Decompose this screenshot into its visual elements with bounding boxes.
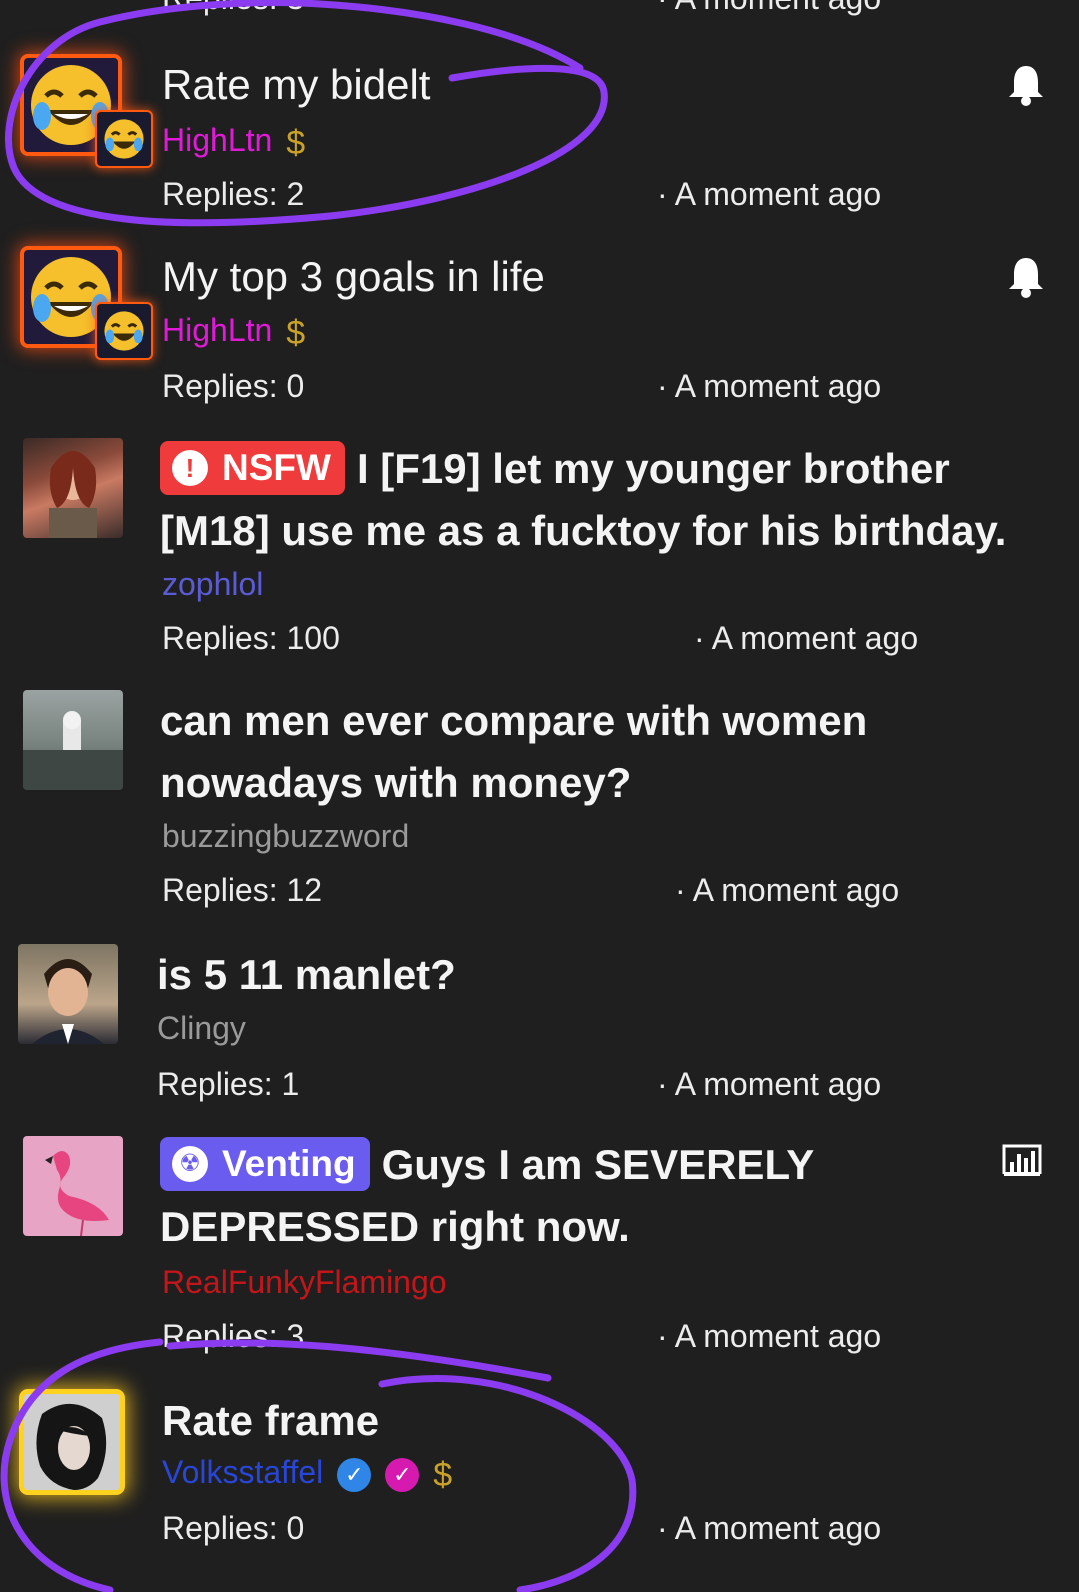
thread-row[interactable]: is 5 11 manlet? Clingy Replies: 1 · A mo…	[0, 940, 1079, 1120]
mini-avatar	[97, 304, 151, 358]
radiation-icon: ☢	[172, 1145, 208, 1182]
author-line: HighLtn $	[162, 310, 305, 353]
dollar-icon: $	[286, 313, 306, 352]
timestamp: · A moment ago	[657, 1066, 882, 1102]
title-line-1: can men ever compare with women	[160, 697, 868, 744]
title-line-2: DEPRESSED right now.	[160, 1203, 630, 1250]
mini-avatar	[97, 112, 151, 166]
author-line: Volksstaffel ✓ ✓ $	[162, 1452, 452, 1495]
thread-row[interactable]: Rate frame Volksstaffel ✓ ✓ $ Replies: 0 · …	[0, 1386, 1079, 1586]
profile-photo-icon	[49, 451, 97, 538]
timestamp: · A moment ago	[657, 1318, 882, 1354]
thread-row[interactable]: My top 3 goals in life HighLtn $ Replies:…	[0, 232, 1079, 422]
dollar-icon: $	[286, 123, 306, 162]
author-name[interactable]: HighLtn	[162, 122, 272, 158]
avatar[interactable]	[23, 1136, 123, 1236]
avatar[interactable]	[23, 690, 123, 790]
author-name[interactable]: RealFunkyFlamingo	[162, 1262, 447, 1302]
venting-tag: ☢ Venting	[160, 1136, 370, 1191]
dollar-icon: $	[433, 1455, 453, 1494]
replies-count: Replies: 100	[162, 620, 340, 656]
replies-count: Replies: 3	[162, 1318, 305, 1354]
thread-title[interactable]: can men ever compare with women nowadays…	[160, 690, 1040, 814]
title-line-1: I [F19] let my younger brother	[356, 445, 950, 492]
thread-title[interactable]: My top 3 goals in life	[162, 246, 545, 308]
avatar[interactable]	[24, 1394, 120, 1490]
title-line-2: nowadays with money?	[160, 759, 632, 806]
thread-row-partial[interactable]: Replies: 3 · A moment ago	[0, 0, 1079, 40]
thread-title[interactable]: Rate frame	[162, 1390, 379, 1452]
verified-icon: ✓	[337, 1457, 372, 1492]
bell-icon[interactable]	[1006, 62, 1046, 106]
timestamp: · A moment ago	[694, 620, 919, 656]
timestamp: · A moment ago	[657, 0, 881, 18]
author-name[interactable]: Clingy	[157, 1008, 246, 1048]
profile-photo-icon	[24, 1394, 120, 1490]
replies-count: Replies: 1	[157, 1066, 300, 1102]
thread-title[interactable]: ! NSFW I [F19] let my younger brother [M1…	[160, 438, 1040, 562]
author-name[interactable]: HighLtn	[162, 312, 272, 348]
timestamp: · A moment ago	[657, 368, 882, 404]
bell-icon[interactable]	[1006, 254, 1046, 298]
thread-title[interactable]: Rate my bidelt	[162, 54, 430, 116]
thread-row[interactable]: ! NSFW I [F19] let my younger brother [M1…	[0, 432, 1079, 672]
crying-laughing-emoji-icon	[104, 119, 144, 159]
crying-laughing-emoji-icon	[104, 311, 144, 351]
author-line: HighLtn $	[162, 120, 305, 163]
nsfw-tag: ! NSFW	[160, 440, 345, 495]
timestamp: · A moment ago	[657, 1510, 882, 1546]
author-name[interactable]: zophlol	[162, 564, 263, 604]
timestamp: · A moment ago	[657, 176, 882, 212]
thread-row[interactable]: can men ever compare with women nowadays…	[0, 686, 1079, 926]
replies-count: Replies: 12	[162, 872, 323, 908]
timestamp: · A moment ago	[675, 872, 900, 908]
thread-title[interactable]: is 5 11 manlet?	[157, 944, 456, 1006]
profile-photo-icon	[32, 959, 104, 1044]
replies-count: Replies: 0	[162, 1510, 305, 1546]
thread-row[interactable]: ☢ Venting Guys I am SEVERELY DEPRESSED ri…	[0, 1130, 1079, 1370]
author-name[interactable]: Volksstaffel	[162, 1454, 323, 1490]
author-name[interactable]: buzzingbuzzword	[162, 816, 409, 856]
replies-count: Replies: 0	[162, 368, 305, 404]
thread-row[interactable]: Rate my bidelt HighLtn $ Replies: 2 · A m…	[0, 40, 1079, 230]
title-line-2: [M18] use me as a fucktoy for his birthd…	[160, 507, 1007, 554]
title-line-1: Guys I am SEVERELY	[381, 1141, 815, 1188]
flamingo-icon	[45, 1151, 109, 1236]
replies-count: Replies: 2	[162, 176, 305, 212]
thread-title[interactable]: ☢ Venting Guys I am SEVERELY DEPRESSED ri…	[160, 1134, 1000, 1258]
avatar[interactable]	[23, 438, 123, 538]
profile-photo-icon	[23, 711, 123, 790]
alert-icon: !	[172, 449, 208, 486]
poll-chart-icon[interactable]	[1002, 1144, 1042, 1180]
replies-count: Replies: 3	[162, 0, 304, 18]
avatar[interactable]	[18, 944, 118, 1044]
verified-pink-icon: ✓	[385, 1457, 420, 1492]
